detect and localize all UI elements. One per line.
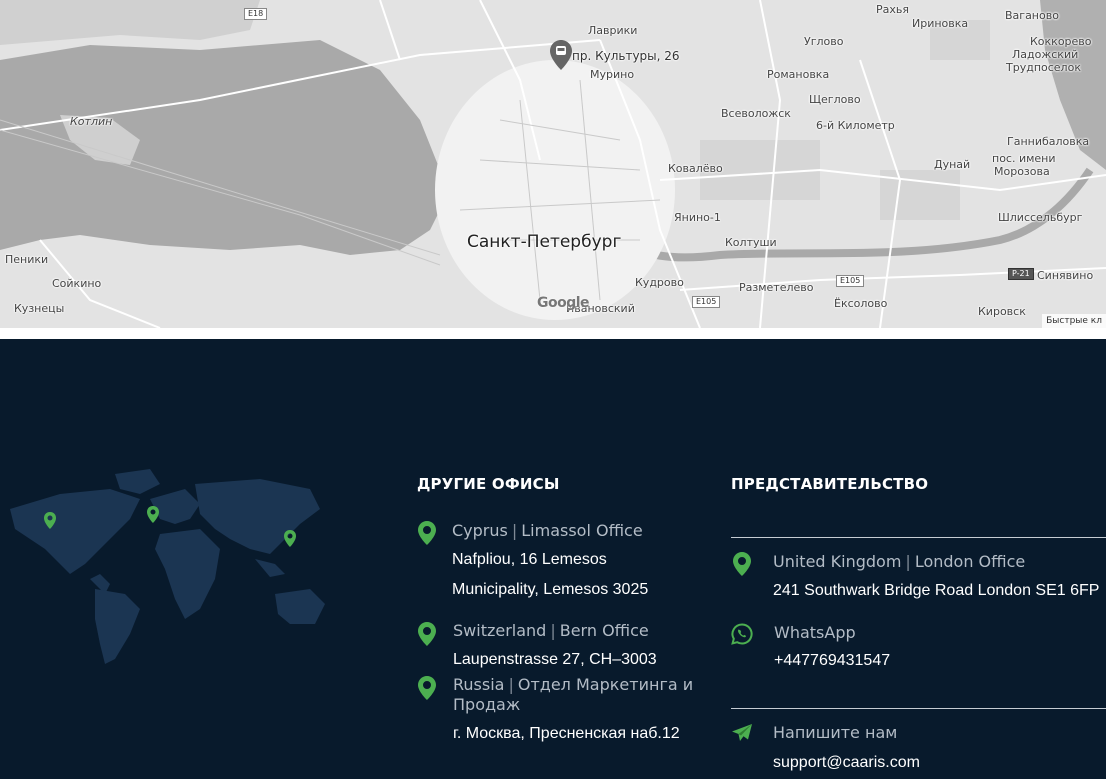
office-country: Cyprus bbox=[452, 521, 508, 540]
map-label-razmetelevo: Разметелево bbox=[739, 281, 814, 294]
map-label-rakhya: Рахья bbox=[876, 3, 909, 16]
map-label-soikino: Сойкино bbox=[52, 277, 102, 290]
divider bbox=[731, 537, 1106, 538]
map-label-peniki: Пеники bbox=[5, 253, 49, 266]
office-address-line: Nafpliou, 16 Lemesos bbox=[452, 551, 607, 568]
map-label-6km: 6-й Километр bbox=[816, 119, 895, 132]
world-map-illustration bbox=[10, 469, 325, 664]
map-label-romanovka: Романовка bbox=[767, 68, 830, 81]
office-name: Bern Office bbox=[559, 621, 649, 640]
map-label-gannibalovka: Ганнибаловка bbox=[1007, 135, 1090, 148]
location-pin-icon bbox=[418, 521, 436, 545]
office-name-continued: Продаж bbox=[453, 695, 521, 714]
location-pin-icon bbox=[418, 676, 436, 700]
divider bbox=[731, 708, 1106, 709]
whatsapp-phone-link[interactable]: +447769431547 bbox=[774, 652, 890, 670]
map-label-kuznetsy: Кузнецы bbox=[14, 302, 65, 315]
representation-title: ПРЕДСТАВИТЕЛЬСТВО bbox=[731, 475, 929, 493]
map-label-sinyavino: Синявино bbox=[1037, 269, 1094, 282]
map-label-vaganovo: Ваганово bbox=[1005, 9, 1059, 22]
google-map[interactable]: E18 Лаврики пр. Культуры, 26 Мурино Рахь… bbox=[0, 0, 1106, 328]
map-label-kovalevo: Ковалёво bbox=[668, 162, 723, 175]
road-shield-p21: P-21 bbox=[1008, 268, 1034, 280]
office-country: United Kingdom bbox=[773, 552, 902, 571]
office-address-line: г. Москва, Пресненская наб.12 bbox=[453, 725, 680, 742]
map-label-kirovsk: Кировск bbox=[978, 305, 1026, 318]
map-label-murino: Мурино bbox=[590, 68, 635, 81]
location-pin-icon bbox=[418, 622, 436, 646]
map-label-eksolovo: Ёксолово bbox=[834, 297, 888, 310]
paper-plane-icon bbox=[732, 724, 752, 741]
office-head-switzerland: Switzerland | Bern Office bbox=[453, 621, 649, 640]
road-shield-e105-a: E105 bbox=[836, 275, 865, 287]
map-label-shcheglovo: Щеглово bbox=[809, 93, 861, 106]
office-head-cyprus: Cyprus | Limassol Office bbox=[452, 521, 643, 540]
map-marker-icon[interactable] bbox=[550, 40, 572, 70]
map-label-irinovka: Ириновка bbox=[912, 17, 969, 30]
map-label-kudrovo: Кудрово bbox=[635, 276, 684, 289]
map-label-vsevolozhsk: Всеволожск bbox=[721, 107, 791, 120]
map-label-shlisselburg: Шлиссельбург bbox=[998, 211, 1083, 224]
office-name: Limassol Office bbox=[521, 521, 643, 540]
office-address-line: Laupenstrasse 27, CH–3003 bbox=[453, 651, 657, 668]
road-shield-e105-b: E105 bbox=[692, 296, 721, 308]
map-label-yanino: Янино-1 bbox=[674, 211, 721, 224]
location-pin-icon bbox=[733, 552, 751, 576]
office-name: Отдел Маркетинга и bbox=[517, 675, 694, 694]
map-pin-label: пр. Культуры, 26 bbox=[572, 49, 680, 63]
road-shield-e18: E18 bbox=[244, 8, 268, 20]
other-offices-title: ДРУГИЕ ОФИСЫ bbox=[417, 475, 560, 493]
footer-contacts: ДРУГИЕ ОФИСЫ Cyprus | Limassol Office Nafp… bbox=[0, 339, 1106, 779]
map-label-kokkorevo: Коккорево bbox=[1030, 35, 1092, 48]
email-link[interactable]: support@caaris.com bbox=[773, 754, 920, 772]
office-address-line: 241 Southwark Bridge Road London SE1 6FP bbox=[773, 582, 1100, 599]
google-logo: Google bbox=[537, 295, 590, 311]
map-label-trudposelok: Трудпоселок bbox=[1006, 61, 1081, 74]
office-address-line: Municipality, Lemesos 3025 bbox=[452, 581, 649, 598]
map-label-uglovo: Углово bbox=[804, 35, 844, 48]
office-head-uk: United Kingdom | London Office bbox=[773, 552, 1026, 571]
map-label-pos-imeni: пос. имени bbox=[992, 152, 1056, 165]
map-label-dunai: Дунай bbox=[934, 158, 971, 171]
map-label-ladozhsky: Ладожский bbox=[1012, 48, 1079, 61]
location-pin-icon bbox=[147, 506, 159, 523]
map-label-kotlin: Котлин bbox=[70, 115, 113, 128]
map-label-koltushi: Колтуши bbox=[725, 236, 777, 249]
location-pin-icon bbox=[284, 530, 296, 547]
office-name: London Office bbox=[914, 552, 1026, 571]
office-country: Switzerland bbox=[453, 621, 547, 640]
office-head-russia: Russia | Отдел Маркетинга и bbox=[453, 675, 694, 694]
map-label-lavriki: Лаврики bbox=[588, 24, 638, 37]
office-country: Russia bbox=[453, 675, 505, 694]
whatsapp-icon bbox=[731, 623, 753, 645]
map-label-spb: Санкт-Петербург bbox=[467, 232, 622, 252]
whatsapp-label: WhatsApp bbox=[774, 623, 856, 642]
email-label: Напишите нам bbox=[773, 723, 898, 742]
keyboard-shortcuts-link[interactable]: Быстрые кл bbox=[1042, 314, 1106, 328]
map-label-morozova: Морозова bbox=[994, 165, 1050, 178]
